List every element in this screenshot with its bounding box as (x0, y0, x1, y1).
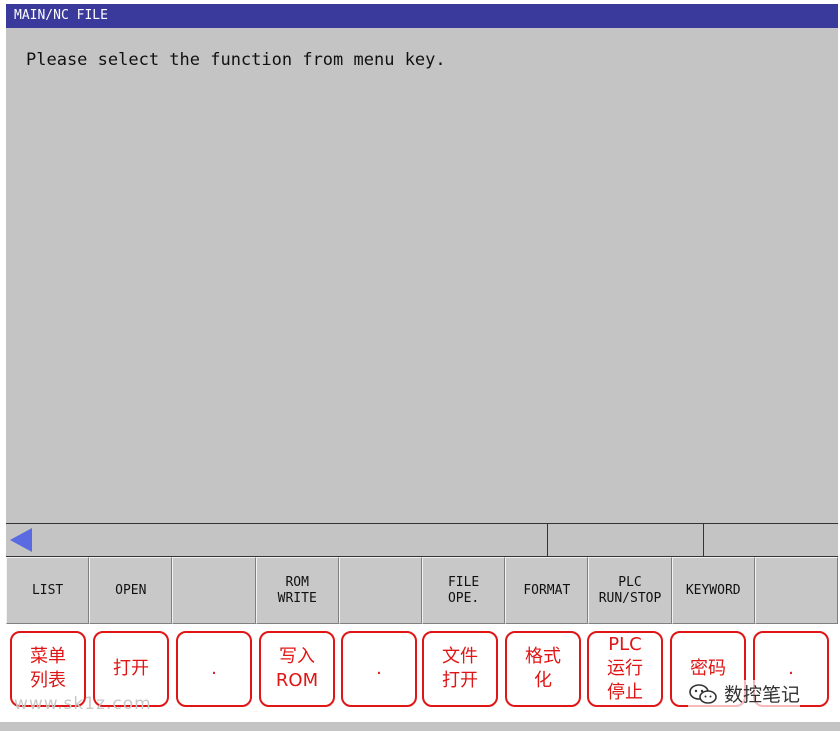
softkey-bar: LIST OPEN ROM WRITE FILE OPE. FORMAT PLC… (6, 557, 839, 624)
annotation-label: . (176, 631, 252, 707)
annotation-label: . (341, 631, 417, 707)
annotation-label: 文件 打开 (422, 631, 498, 707)
softkey-blank-3[interactable] (172, 557, 256, 624)
status-divider (703, 524, 704, 556)
wechat-icon (689, 683, 717, 704)
annotation-label: 格式 化 (505, 631, 581, 707)
softkey-format[interactable]: FORMAT (505, 557, 589, 624)
softkey-list[interactable]: LIST (6, 557, 90, 624)
annotation-label: 写入 ROM (259, 631, 335, 707)
annotation-label: PLC 运行 停止 (587, 631, 663, 707)
softkey-open[interactable]: OPEN (89, 557, 173, 624)
watermark-site: www.sk1z.com (14, 694, 152, 714)
back-arrow-icon[interactable] (10, 528, 32, 552)
status-divider (547, 524, 548, 556)
nc-screen: MAIN/NC FILE Please select the function … (6, 4, 839, 624)
bottom-strip (0, 722, 840, 731)
softkey-plc-run-stop[interactable]: PLC RUN/STOP (588, 557, 672, 624)
watermark-brand: 数控笔记 (688, 680, 801, 707)
prompt-message: Please select the function from menu key… (26, 50, 446, 70)
status-bar (6, 523, 838, 557)
watermark-brand-text: 数控笔记 (724, 684, 801, 706)
softkey-rom-write[interactable]: ROM WRITE (255, 557, 339, 624)
softkey-keyword[interactable]: KEYWORD (671, 557, 755, 624)
window-title: MAIN/NC FILE (6, 4, 838, 28)
softkey-blank-5[interactable] (338, 557, 423, 624)
softkey-file-ope[interactable]: FILE OPE. (422, 557, 506, 624)
softkey-blank-10[interactable] (754, 557, 839, 624)
